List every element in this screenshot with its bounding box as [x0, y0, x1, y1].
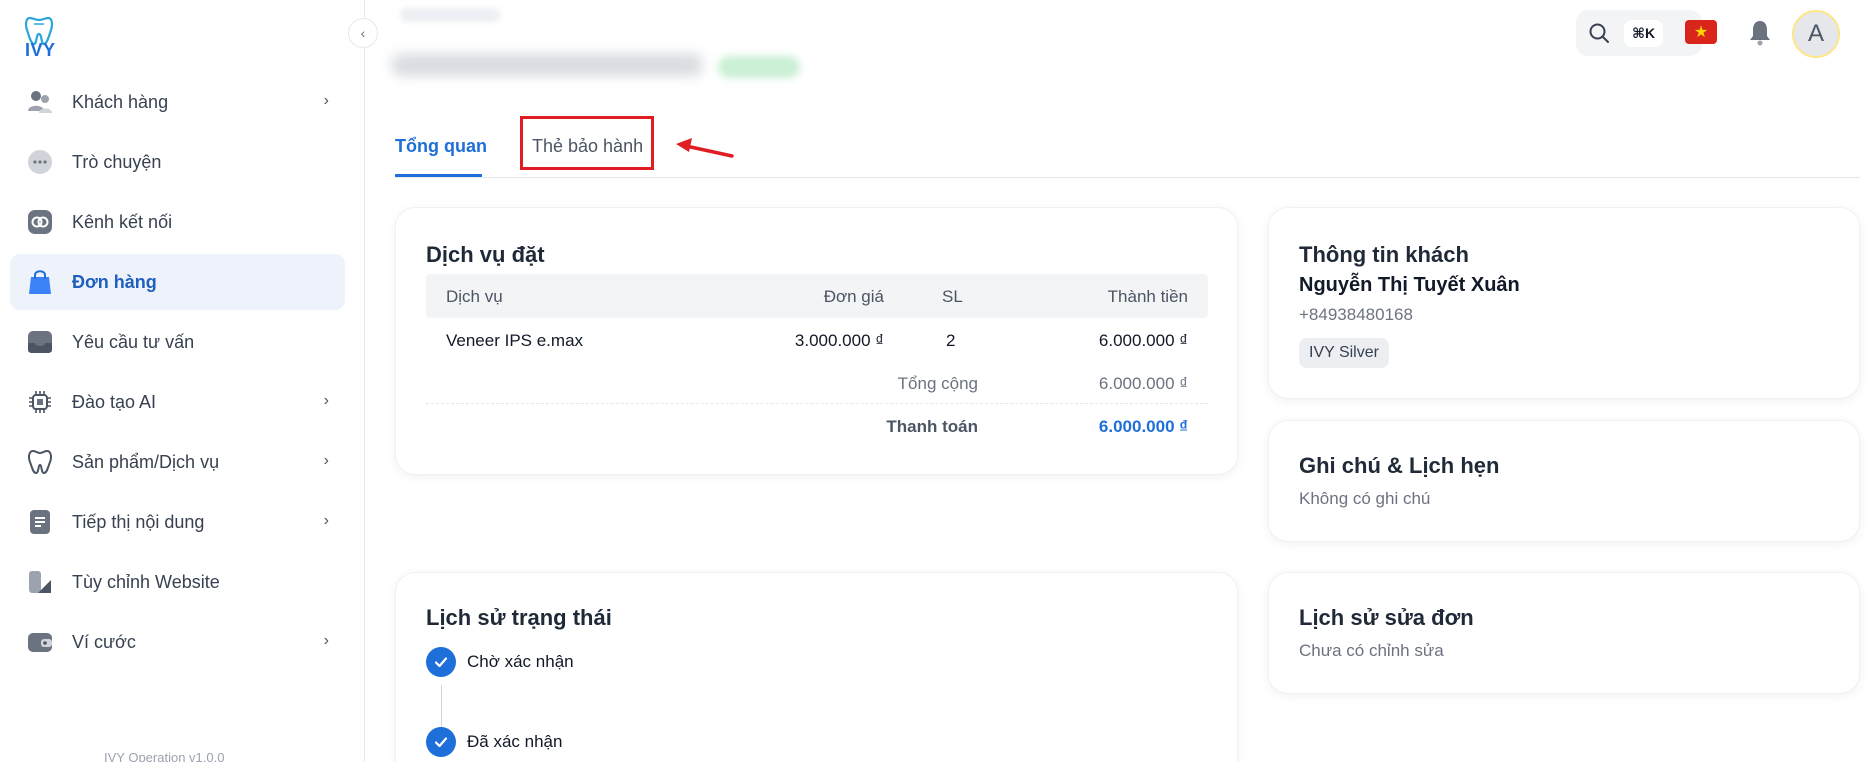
payment-value: 6.000.000 ₫: [1098, 417, 1188, 436]
sidebar-item-consult-requests[interactable]: Yêu cầu tư vấn: [10, 314, 345, 370]
card-title: Ghi chú & Lịch hẹn: [1299, 453, 1500, 478]
chevron-right-icon: ›: [323, 92, 329, 109]
sidebar-item-label: Đơn hàng: [72, 271, 157, 292]
order-title-redacted: [392, 54, 702, 76]
payment-row: Thanh toán 6.000.000 ₫: [426, 404, 1208, 448]
total-row: Tổng cộng 6.000.000 ₫: [426, 362, 1208, 404]
notes-empty-text: Không có ghi chú: [1299, 489, 1431, 508]
sidebar-item-label: Ví cước: [72, 631, 136, 652]
edit-history-empty-text: Chưa có chỉnh sửa: [1299, 641, 1444, 660]
timeline-item: Chờ xác nhận: [426, 647, 574, 677]
sidebar-item-wallet[interactable]: Ví cước ›: [10, 614, 345, 670]
card-title: Dịch vụ đặt: [426, 242, 545, 267]
chevron-right-icon: ›: [323, 512, 329, 529]
card-title: Thông tin khách: [1299, 242, 1469, 267]
annotation-arrow-icon: [676, 138, 734, 158]
customer-phone: +84938480168: [1299, 305, 1413, 324]
unit-price: 3.000.000 ₫: [794, 331, 884, 350]
shopping-bag-icon: [26, 268, 54, 296]
annotation-highlight-box: [520, 116, 654, 170]
collapse-sidebar-button[interactable]: ‹: [348, 18, 378, 48]
edit-history-card: Lịch sử sửa đơn Chưa có chỉnh sửa: [1268, 572, 1860, 694]
sidebar-item-customers[interactable]: Khách hàng ›: [10, 74, 345, 130]
sidebar-item-label: Đào tạo AI: [72, 391, 157, 412]
app-version: IVY Operation v1.0.0: [104, 750, 225, 762]
avatar[interactable]: A: [1792, 10, 1840, 58]
website-icon: [26, 568, 54, 596]
customer-info-card: Thông tin khách Nguyễn Thị Tuyết Xuân +8…: [1268, 207, 1860, 399]
services-table: Dịch vụ Đơn giá SL Thành tiền Veneer IPS…: [426, 274, 1208, 448]
column-header: Thành tiền: [1107, 287, 1188, 306]
total-label: Tổng cộng: [897, 374, 978, 393]
check-icon: [426, 647, 456, 677]
sidebar-item-label: Tiếp thị nội dung: [72, 511, 205, 532]
chat-icon: [26, 148, 54, 176]
sidebar-item-orders[interactable]: Đơn hàng: [10, 254, 345, 310]
chevron-right-icon: ›: [323, 392, 329, 409]
sidebar-item-channels[interactable]: Kênh kết nối: [10, 194, 345, 250]
tab-overview[interactable]: Tổng quan: [395, 136, 487, 157]
users-icon: [26, 88, 54, 116]
active-tab-indicator: [395, 174, 482, 177]
sidebar-item-label: Yêu cầu tư vấn: [72, 331, 195, 352]
card-title: Lịch sử sửa đơn: [1299, 605, 1474, 630]
status-history-card: Lịch sử trạng thái Chờ xác nhận Đã xác n…: [395, 572, 1238, 762]
sidebar-item-website-customize[interactable]: Tùy chỉnh Website: [10, 554, 345, 610]
table-header: Dịch vụ Đơn giá SL Thành tiền: [426, 274, 1208, 318]
chevron-left-icon: ‹: [360, 25, 366, 41]
inbox-icon: [26, 328, 54, 356]
bell-icon[interactable]: [1746, 18, 1774, 46]
order-status-badge-redacted: [718, 56, 800, 78]
search-shortcut-key: ⌘K: [1624, 19, 1664, 47]
sidebar-nav: Khách hàng › Trò chuyện Kênh kết nối Đơn…: [10, 74, 345, 674]
sidebar-item-label: Kênh kết nối: [72, 211, 173, 232]
service-name: Veneer IPS e.max: [446, 331, 584, 350]
timeline-status-label: Đã xác nhận: [467, 732, 563, 751]
chevron-right-icon: ›: [323, 632, 329, 649]
sidebar-item-chat[interactable]: Trò chuyện: [10, 134, 345, 190]
column-header: Dịch vụ: [446, 287, 503, 306]
notes-appointments-card: Ghi chú & Lịch hẹn Không có ghi chú: [1268, 420, 1860, 542]
wallet-icon: [26, 628, 54, 656]
total-value: 6.000.000 ₫: [1098, 374, 1188, 393]
timeline-item: Đã xác nhận: [426, 727, 562, 757]
breadcrumb-redacted: [400, 8, 500, 22]
vietnam-flag-icon[interactable]: ★: [1685, 20, 1717, 44]
booked-services-card: Dịch vụ đặt Dịch vụ Đơn giá SL Thành tiề…: [395, 207, 1238, 475]
sidebar-item-label: Trò chuyện: [72, 151, 162, 172]
search-button[interactable]: ⌘K: [1576, 10, 1702, 56]
chevron-right-icon: ›: [323, 452, 329, 469]
table-row: Veneer IPS e.max 3.000.000 ₫ 2 6.000.000…: [426, 318, 1208, 362]
timeline-status-label: Chờ xác nhận: [467, 652, 574, 671]
column-header: Đơn giá: [823, 287, 884, 306]
payment-label: Thanh toán: [886, 417, 978, 436]
sidebar-item-content-marketing[interactable]: Tiếp thị nội dung ›: [10, 494, 345, 550]
quantity: 2: [946, 331, 956, 350]
card-title: Lịch sử trạng thái: [426, 605, 612, 630]
search-icon: [1589, 23, 1609, 43]
sidebar-item-label: Tùy chỉnh Website: [72, 571, 220, 592]
line-amount: 6.000.000 ₫: [1098, 331, 1188, 350]
sidebar-item-label: Khách hàng: [72, 91, 169, 112]
link-icon: [26, 208, 54, 236]
sidebar-item-ai-training[interactable]: Đào tạo AI ›: [10, 374, 345, 430]
column-header: SL: [942, 287, 963, 306]
check-icon: [426, 727, 456, 757]
document-icon: [26, 508, 54, 536]
sidebar-item-products-services[interactable]: Sản phẩm/Dịch vụ ›: [10, 434, 345, 490]
customer-tier-badge: IVY Silver: [1299, 338, 1389, 368]
chip-icon: [26, 388, 54, 416]
customer-name[interactable]: Nguyễn Thị Tuyết Xuân: [1299, 274, 1520, 297]
logo-text: IVY: [25, 40, 56, 60]
sidebar-item-label: Sản phẩm/Dịch vụ: [72, 451, 220, 472]
tooth-icon: [26, 448, 54, 476]
